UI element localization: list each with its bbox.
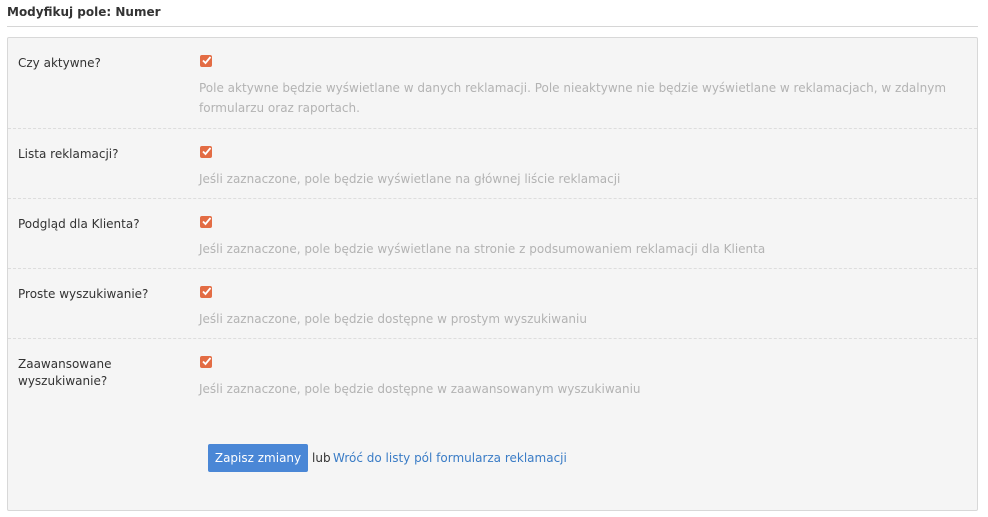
field-description: Jeśli zaznaczone, pole będzie wyświetlan… [199, 172, 621, 186]
list-checkbox[interactable] [200, 146, 212, 158]
page-title: Modyfikuj pole: Numer [7, 5, 161, 19]
field-description: Jeśli zaznaczone, pole będzie dostępne w… [199, 382, 641, 396]
field-description: Pole aktywne będzie wyświetlane w danych… [199, 81, 947, 115]
field-label: Lista reklamacji? [18, 147, 119, 161]
checkmark-icon [202, 287, 212, 296]
advanced-search-checkbox[interactable] [200, 356, 212, 368]
field-label: Zaawansowane wyszukiwanie? [18, 357, 112, 388]
simple-search-checkbox[interactable] [200, 286, 212, 298]
field-label: Podgląd dla Klienta? [18, 217, 140, 231]
field-description: Jeśli zaznaczone, pole będzie dostępne w… [199, 312, 587, 326]
title-divider [7, 26, 978, 27]
or-text: lub [312, 451, 331, 465]
checkmark-icon [202, 56, 212, 65]
field-row-client-preview: Podgląd dla Klienta? Jeśli zaznaczone, p… [8, 199, 977, 269]
field-row-active: Czy aktywne? Pole aktywne będzie wyświet… [8, 38, 977, 129]
field-label: Proste wyszukiwanie? [18, 287, 149, 301]
save-button[interactable]: Zapisz zmiany [208, 444, 308, 472]
field-description: Jeśli zaznaczone, pole będzie wyświetlan… [199, 242, 766, 256]
checkmark-icon [202, 217, 212, 226]
field-row-advanced-search: Zaawansowane wyszukiwanie? Jeśli zaznacz… [8, 339, 977, 419]
field-row-list: Lista reklamacji? Jeśli zaznaczone, pole… [8, 129, 977, 199]
field-row-simple-search: Proste wyszukiwanie? Jeśli zaznaczone, p… [8, 269, 977, 339]
active-checkbox[interactable] [200, 55, 212, 67]
back-to-list-link[interactable]: Wróć do listy pól formularza reklamacji [333, 451, 567, 465]
settings-panel: Czy aktywne? Pole aktywne będzie wyświet… [7, 37, 978, 511]
client-preview-checkbox[interactable] [200, 216, 212, 228]
checkmark-icon [202, 357, 212, 366]
field-label: Czy aktywne? [18, 56, 101, 70]
checkmark-icon [202, 147, 212, 156]
